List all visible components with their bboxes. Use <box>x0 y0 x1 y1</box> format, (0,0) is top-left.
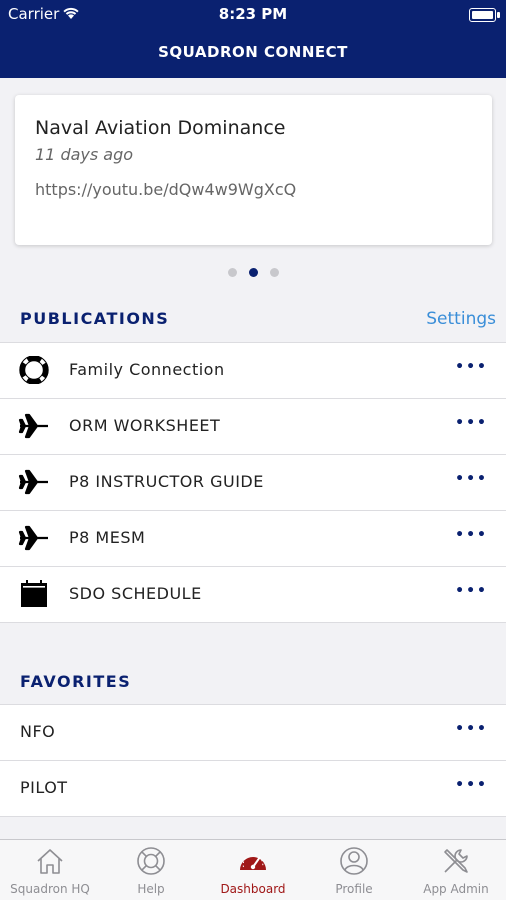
favorite-label: PILOT <box>20 778 68 797</box>
favorite-row-pilot[interactable]: PILOT ••• <box>0 761 506 817</box>
publication-row-orm-worksheet[interactable]: ORM WORKSHEET ••• <box>0 399 506 455</box>
tab-label: Help <box>137 882 165 896</box>
favorites-heading: FAVORITES <box>20 672 132 691</box>
more-options-button[interactable]: ••• <box>455 777 488 793</box>
publication-label: Family Connection <box>69 360 225 379</box>
more-options-button[interactable]: ••• <box>455 527 488 543</box>
tools-icon <box>444 849 468 873</box>
page-dot[interactable] <box>269 268 279 277</box>
settings-link[interactable]: Settings <box>426 309 496 329</box>
tab-bar: Squadron HQ Help Dashboard Profile App A… <box>0 839 506 900</box>
publication-label: ORM WORKSHEET <box>69 416 221 435</box>
more-options-button[interactable]: ••• <box>455 721 488 737</box>
speedometer-icon <box>240 854 266 870</box>
profile-icon <box>340 847 368 875</box>
battery-icon <box>469 8 500 22</box>
card-url[interactable]: https://youtu.be/dQw4w9WgXcQ <box>35 180 296 199</box>
top-bar: Carrier 8:23 PM SQUADRON CONNECT <box>0 0 506 78</box>
card-date: 11 days ago <box>35 145 134 164</box>
airplane-icon <box>18 525 48 551</box>
tab-squadron-hq[interactable]: Squadron HQ <box>0 840 100 900</box>
publication-row-p8-instructor-guide[interactable]: P8 INSTRUCTOR GUIDE ••• <box>0 455 506 511</box>
tab-label: Profile <box>335 882 373 896</box>
more-options-button[interactable]: ••• <box>455 415 488 431</box>
more-options-button[interactable]: ••• <box>455 359 488 375</box>
tab-help[interactable]: Help <box>101 840 201 900</box>
publications-list: Family Connection ••• ORM WORKSHEET ••• … <box>0 342 506 623</box>
home-icon <box>37 849 63 874</box>
page-dot[interactable] <box>227 268 237 277</box>
status-bar: Carrier 8:23 PM <box>0 0 506 28</box>
tab-label: App Admin <box>423 882 489 896</box>
airplane-icon <box>18 413 48 439</box>
tab-profile[interactable]: Profile <box>304 840 404 900</box>
airplane-icon <box>18 469 48 495</box>
publication-row-p8-mesm[interactable]: P8 MESM ••• <box>0 511 506 567</box>
publication-label: P8 MESM <box>69 528 146 547</box>
lifebuoy-icon <box>137 847 165 875</box>
more-options-button[interactable]: ••• <box>455 471 488 487</box>
tab-dashboard[interactable]: Dashboard <box>203 840 303 900</box>
favorites-list: NFO ••• PILOT ••• <box>0 704 506 817</box>
clock: 8:23 PM <box>218 5 288 23</box>
favorite-row-nfo[interactable]: NFO ••• <box>0 705 506 761</box>
app-title: SQUADRON CONNECT <box>158 43 348 61</box>
page-indicator[interactable] <box>0 268 506 277</box>
publication-row-sdo-schedule[interactable]: SDO SCHEDULE ••• <box>0 567 506 623</box>
tab-label: Dashboard <box>220 882 286 896</box>
more-options-button[interactable]: ••• <box>455 583 488 599</box>
tab-app-admin[interactable]: App Admin <box>406 840 506 900</box>
publication-label: P8 INSTRUCTOR GUIDE <box>69 472 264 491</box>
lifebuoy-icon <box>19 356 49 384</box>
calendar-icon <box>21 580 47 607</box>
publication-row-family-connection[interactable]: Family Connection ••• <box>0 343 506 399</box>
page-dot-active[interactable] <box>248 268 258 277</box>
publications-heading: PUBLICATIONS <box>20 309 170 328</box>
featured-card[interactable]: Naval Aviation Dominance 11 days ago htt… <box>15 95 492 245</box>
card-title: Naval Aviation Dominance <box>35 117 286 139</box>
publication-label: SDO SCHEDULE <box>69 584 202 603</box>
favorite-label: NFO <box>20 722 56 741</box>
tab-label: Squadron HQ <box>10 882 90 896</box>
